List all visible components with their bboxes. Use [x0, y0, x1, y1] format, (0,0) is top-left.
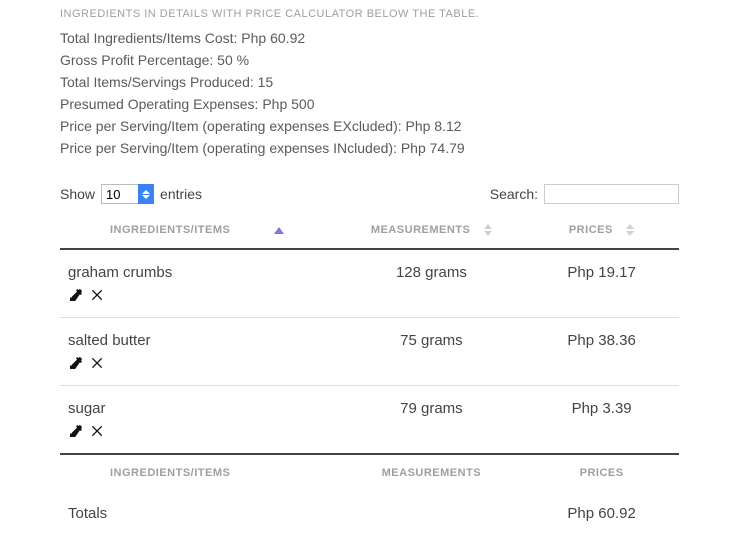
cell-ingredient: graham crumbs — [60, 249, 339, 318]
summary-gross-profit: Gross Profit Percentage: 50 % — [60, 52, 679, 68]
summary-servings: Total Items/Servings Produced: 15 — [60, 74, 679, 90]
col-header-ingredients[interactable]: Ingredients/Items — [60, 212, 339, 249]
summary-price-excluded: Price per Serving/Item (operating expens… — [60, 118, 679, 134]
col-footer-ingredients: Ingredients/Items — [60, 454, 339, 491]
sort-asc-icon — [274, 227, 284, 234]
col-header-measurements[interactable]: Measurements — [339, 212, 525, 249]
entries-label: entries — [160, 186, 202, 202]
col-footer-measurements: Measurements — [339, 454, 525, 491]
table-row: graham crumbs 128 gramsPhp 19.17 — [60, 249, 679, 318]
ingredient-name: graham crumbs — [68, 264, 331, 281]
sort-both-icon — [484, 224, 492, 236]
col-header-ingredients-label: Ingredients/Items — [110, 224, 230, 236]
summary-price-included: Price per Serving/Item (operating expens… — [60, 140, 679, 156]
cell-measurement: 79 grams — [339, 386, 525, 455]
delete-icon[interactable] — [90, 287, 106, 303]
cell-ingredient: salted butter — [60, 318, 339, 386]
edit-icon[interactable] — [68, 355, 84, 371]
section-title: INGREDIENTS IN DETAILS WITH PRICE CALCUL… — [60, 8, 679, 20]
col-header-prices[interactable]: Prices — [524, 212, 679, 249]
chevron-updown-icon — [138, 184, 154, 204]
ingredients-table: Ingredients/Items Measurements Prices gr… — [60, 212, 679, 536]
delete-icon[interactable] — [90, 423, 106, 439]
totals-label: Totals — [60, 491, 339, 536]
totals-price: Php 60.92 — [524, 491, 679, 536]
table-row: sugar 79 gramsPhp 3.39 — [60, 386, 679, 455]
search-label: Search: — [490, 186, 538, 202]
col-footer-prices: Prices — [524, 454, 679, 491]
length-select-wrap[interactable]: 10 — [101, 184, 154, 204]
row-actions — [68, 287, 331, 303]
cell-measurement: 128 grams — [339, 249, 525, 318]
table-body: graham crumbs128 gramsPhp 19.17salted bu… — [60, 249, 679, 454]
delete-icon[interactable] — [90, 355, 106, 371]
cell-price: Php 3.39 — [524, 386, 679, 455]
length-select[interactable]: 10 — [101, 184, 139, 204]
edit-icon[interactable] — [68, 423, 84, 439]
cell-ingredient: sugar — [60, 386, 339, 455]
summary-opex: Presumed Operating Expenses: Php 500 — [60, 96, 679, 112]
cell-price: Php 19.17 — [524, 249, 679, 318]
sort-both-icon — [626, 224, 634, 236]
row-actions — [68, 355, 331, 371]
ingredient-name: salted butter — [68, 332, 331, 349]
row-actions — [68, 423, 331, 439]
table-row: salted butter 75 gramsPhp 38.36 — [60, 318, 679, 386]
summary-total-cost: Total Ingredients/Items Cost: Php 60.92 — [60, 30, 679, 46]
search-input[interactable] — [544, 184, 679, 204]
col-header-prices-label: Prices — [569, 224, 613, 236]
cell-measurement: 75 grams — [339, 318, 525, 386]
edit-icon[interactable] — [68, 287, 84, 303]
cell-price: Php 38.36 — [524, 318, 679, 386]
ingredient-name: sugar — [68, 400, 331, 417]
totals-measurement — [339, 491, 525, 536]
col-header-measurements-label: Measurements — [371, 224, 471, 236]
show-label: Show — [60, 186, 95, 202]
